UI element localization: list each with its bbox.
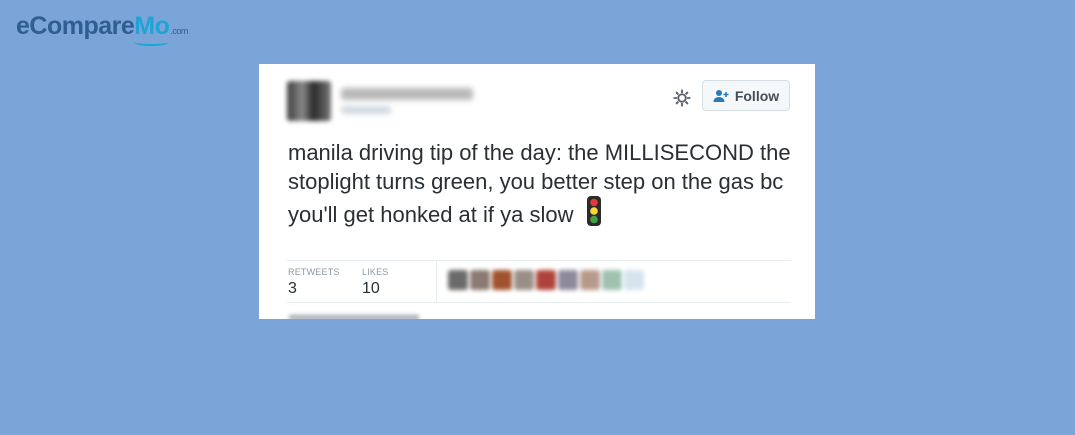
- add-user-icon: [713, 89, 729, 102]
- blurred-timestamp: [289, 315, 419, 319]
- divider: [287, 260, 791, 261]
- divider: [287, 302, 791, 303]
- likes-stat[interactable]: LIKES 10: [362, 267, 389, 298]
- stats-separator: [436, 261, 437, 302]
- logo-suffix: .com: [170, 26, 188, 36]
- liker-avatar[interactable]: [448, 270, 468, 290]
- liker-avatar[interactable]: [536, 270, 556, 290]
- logo-text: eCompare: [16, 12, 135, 40]
- liker-avatar[interactable]: [558, 270, 578, 290]
- blurred-user-name[interactable]: [341, 88, 473, 100]
- likes-label: LIKES: [362, 267, 389, 277]
- tweet-text: manila driving tip of the day: the MILLI…: [288, 138, 798, 229]
- liker-avatar[interactable]: [470, 270, 490, 290]
- tweet-card: Follow manila driving tip of the day: th…: [259, 64, 815, 319]
- likes-count: 10: [362, 280, 380, 297]
- liker-avatars: [448, 270, 644, 290]
- traffic-light-icon: [587, 196, 602, 226]
- liker-avatar[interactable]: [514, 270, 534, 290]
- avatar[interactable]: [287, 81, 331, 121]
- follow-button[interactable]: Follow: [702, 80, 790, 111]
- ecomparemo-logo[interactable]: eCompare Mo .com: [16, 12, 188, 46]
- blurred-user-handle: [341, 106, 391, 114]
- follow-label: Follow: [734, 87, 780, 104]
- liker-avatar[interactable]: [624, 270, 644, 290]
- logo-mo: Mo: [134, 12, 170, 46]
- liker-avatar[interactable]: [492, 270, 512, 290]
- gear-icon[interactable]: [672, 88, 692, 108]
- retweets-count: 3: [288, 280, 297, 297]
- retweets-label: RETWEETS: [288, 267, 340, 277]
- liker-avatar[interactable]: [580, 270, 600, 290]
- tweet-body: manila driving tip of the day: the MILLI…: [288, 140, 791, 227]
- liker-avatar[interactable]: [602, 270, 622, 290]
- retweets-stat[interactable]: RETWEETS 3: [288, 267, 340, 298]
